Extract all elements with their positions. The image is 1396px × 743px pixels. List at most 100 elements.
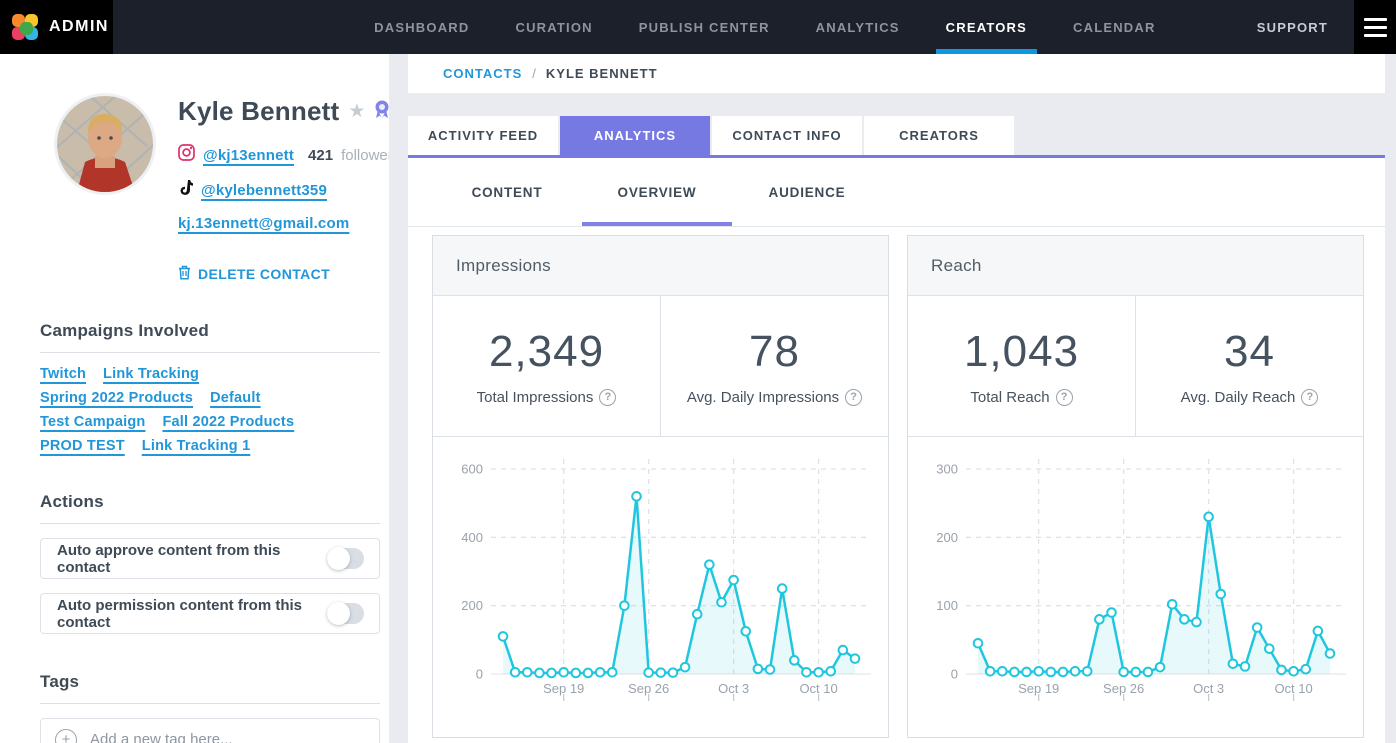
- nav-item-dashboard[interactable]: DASHBOARD: [374, 0, 469, 54]
- analytics-subtabs: CONTENT OVERVIEW AUDIENCE: [408, 158, 1385, 227]
- app-logo[interactable]: ADMIN: [0, 0, 113, 54]
- nav-item-calendar[interactable]: CALENDAR: [1073, 0, 1156, 54]
- profile-section: Kyle Bennett ★: [0, 94, 389, 283]
- avg-daily-reach-label: Avg. Daily Reach: [1181, 389, 1296, 406]
- tab-analytics[interactable]: ANALYTICS: [560, 116, 710, 155]
- subtab-overview[interactable]: OVERVIEW: [582, 158, 732, 226]
- tab-creators[interactable]: CREATORS: [864, 116, 1014, 155]
- ambassador-badge-icon[interactable]: [374, 100, 389, 124]
- total-reach-value: 1,043: [964, 327, 1079, 377]
- breadcrumb: CONTACTS / KYLE BENNETT: [408, 54, 1385, 93]
- campaigns-section: Campaigns Involved Twitch Link Tracking …: [0, 321, 389, 454]
- svg-text:200: 200: [461, 598, 483, 613]
- actions-section: Actions Auto approve content from this c…: [0, 492, 389, 634]
- layout-gutter: [389, 54, 408, 743]
- nav-item-publish-center[interactable]: PUBLISH CENTER: [639, 0, 770, 54]
- campaign-link-default[interactable]: Default: [210, 390, 261, 406]
- svg-text:Oct 10: Oct 10: [1274, 681, 1312, 696]
- campaign-link-link-tracking-1[interactable]: Link Tracking 1: [142, 438, 251, 454]
- auto-permission-toggle[interactable]: [327, 603, 364, 624]
- help-icon[interactable]: ?: [845, 389, 862, 406]
- help-icon[interactable]: ?: [599, 389, 616, 406]
- top-navbar: ADMIN DASHBOARD CURATION PUBLISH CENTER …: [0, 0, 1396, 54]
- analytics-panel: CONTENT OVERVIEW AUDIENCE Impressions 2,…: [408, 158, 1385, 743]
- reach-card-title: Reach: [908, 236, 1363, 296]
- reach-card: Reach 1,043 Total Reach ? 34: [907, 235, 1364, 738]
- svg-text:Oct 10: Oct 10: [799, 681, 837, 696]
- campaign-link-spring-2022-products[interactable]: Spring 2022 Products: [40, 390, 193, 406]
- campaign-link-prod-test[interactable]: PROD TEST: [40, 438, 125, 454]
- hamburger-menu-icon[interactable]: [1354, 0, 1396, 54]
- instagram-handle-link[interactable]: @kj13ennett: [203, 147, 294, 164]
- campaign-link-twitch[interactable]: Twitch: [40, 366, 86, 382]
- breadcrumb-current: KYLE BENNETT: [546, 66, 658, 81]
- email-link[interactable]: kj.13ennett@gmail.com: [178, 215, 349, 232]
- nav-item-creators[interactable]: CREATORS: [946, 0, 1027, 54]
- toggle-knob: [327, 602, 350, 625]
- tiktok-icon: [178, 179, 193, 201]
- avg-daily-impressions-value: 78: [749, 327, 800, 377]
- auto-approve-toggle[interactable]: [327, 548, 364, 569]
- nav-item-analytics[interactable]: ANALYTICS: [816, 0, 900, 54]
- breadcrumb-contacts-link[interactable]: CONTACTS: [443, 66, 522, 81]
- svg-text:Oct 3: Oct 3: [718, 681, 749, 696]
- app-logo-label: ADMIN: [49, 18, 109, 36]
- svg-text:600: 600: [461, 462, 483, 477]
- svg-text:300: 300: [936, 462, 958, 477]
- auto-approve-row: Auto approve content from this contact: [40, 538, 380, 579]
- impressions-card: Impressions 2,349 Total Impressions ? 78: [432, 235, 889, 738]
- auto-permission-row: Auto permission content from this contac…: [40, 593, 380, 634]
- nav-item-curation[interactable]: CURATION: [515, 0, 592, 54]
- add-tag-input[interactable]: [90, 731, 365, 743]
- toggle-knob: [327, 547, 350, 570]
- total-impressions-label: Total Impressions: [477, 389, 594, 406]
- tab-contact-info[interactable]: CONTACT INFO: [712, 116, 862, 155]
- delete-contact-button[interactable]: DELETE CONTACT: [178, 265, 389, 283]
- favorite-star-icon[interactable]: ★: [348, 100, 365, 123]
- svg-text:Oct 3: Oct 3: [1193, 681, 1224, 696]
- campaign-link-link-tracking[interactable]: Link Tracking: [103, 366, 199, 382]
- instagram-icon: [178, 144, 195, 166]
- actions-title: Actions: [40, 492, 380, 524]
- avg-daily-impressions-label: Avg. Daily Impressions: [687, 389, 839, 406]
- followers-label: followers: [341, 147, 389, 164]
- svg-text:0: 0: [476, 667, 483, 682]
- contact-tabs: ACTIVITY FEED ANALYTICS CONTACT INFO CRE…: [408, 93, 1385, 155]
- svg-text:Sep 19: Sep 19: [1018, 681, 1059, 696]
- help-icon[interactable]: ?: [1056, 389, 1073, 406]
- trash-icon: [178, 265, 191, 283]
- svg-text:100: 100: [936, 598, 958, 613]
- instagram-follower-count: 421: [308, 147, 333, 164]
- support-link[interactable]: SUPPORT: [1257, 0, 1354, 54]
- impressions-card-title: Impressions: [433, 236, 888, 296]
- tiktok-handle-link[interactable]: @kylebennett359: [201, 182, 327, 199]
- avatar: [57, 96, 153, 192]
- campaigns-title: Campaigns Involved: [40, 321, 380, 353]
- app-logo-icon: [12, 14, 38, 40]
- breadcrumb-separator: /: [532, 66, 536, 81]
- reach-chart: 0 100 200 300 Sep 19 Sep 26 Oct 3 Oct 10: [908, 437, 1363, 737]
- svg-text:Sep 26: Sep 26: [628, 681, 669, 696]
- svg-text:200: 200: [936, 530, 958, 545]
- svg-text:0: 0: [951, 667, 958, 682]
- subtab-content[interactable]: CONTENT: [432, 158, 582, 226]
- subtab-audience[interactable]: AUDIENCE: [732, 158, 882, 226]
- campaign-link-fall-2022-products[interactable]: Fall 2022 Products: [162, 414, 294, 430]
- impressions-chart: 0 200 400 600 Sep 19 Sep 26 Oct 3 Oct 10: [433, 437, 888, 737]
- total-reach-label: Total Reach: [970, 389, 1049, 406]
- campaign-link-test-campaign[interactable]: Test Campaign: [40, 414, 145, 430]
- tags-section: Tags +: [0, 672, 389, 743]
- add-tag-plus-icon[interactable]: +: [55, 729, 77, 743]
- contact-sidebar: Kyle Bennett ★: [0, 54, 389, 743]
- delete-contact-label: DELETE CONTACT: [198, 266, 330, 282]
- tags-title: Tags: [40, 672, 380, 704]
- tab-activity-feed[interactable]: ACTIVITY FEED: [408, 116, 558, 155]
- help-icon[interactable]: ?: [1301, 389, 1318, 406]
- svg-text:Sep 26: Sep 26: [1103, 681, 1144, 696]
- svg-text:400: 400: [461, 530, 483, 545]
- svg-text:Sep 19: Sep 19: [543, 681, 584, 696]
- nav-menu: DASHBOARD CURATION PUBLISH CENTER ANALYT…: [273, 0, 1257, 54]
- auto-permission-label: Auto permission content from this contac…: [57, 597, 327, 631]
- contact-name: Kyle Bennett: [178, 96, 339, 127]
- total-impressions-value: 2,349: [489, 327, 604, 377]
